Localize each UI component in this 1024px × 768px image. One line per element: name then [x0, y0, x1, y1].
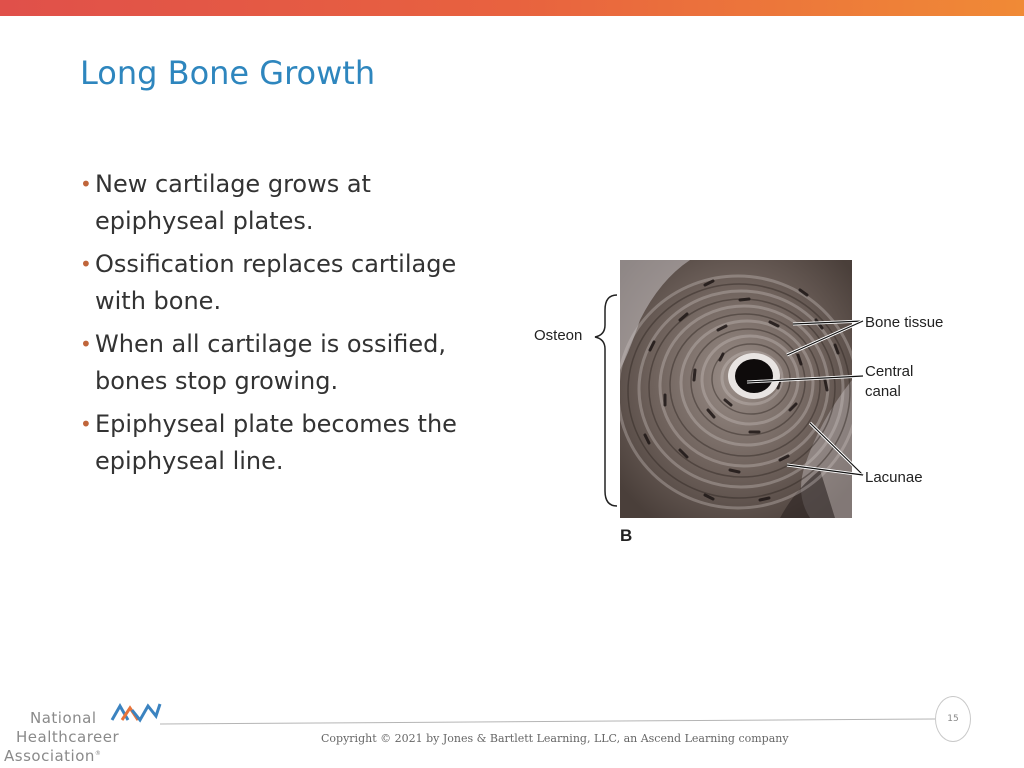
registered-mark: ®	[94, 750, 102, 757]
bullet-text: When all cartilage is ossified, bones st…	[95, 330, 446, 395]
bullet-text: Epiphyseal plate becomes the epiphyseal …	[95, 410, 457, 475]
osteon-figure: Osteon Bone tissue Central canal Lacunae…	[525, 255, 965, 555]
nha-logo: National Healthcareer Association®	[2, 700, 162, 768]
top-accent-bar	[0, 0, 1024, 16]
slide-title: Long Bone Growth	[80, 54, 376, 92]
copyright-text: Copyright © 2021 by Jones & Bartlett Lea…	[321, 732, 789, 745]
figure-letter: B	[620, 526, 633, 545]
logo-line-3-text: Association	[4, 747, 95, 765]
footer-divider	[160, 718, 936, 725]
central-canal-label-line2: canal	[865, 383, 901, 400]
bullet-item: • When all cartilage is ossified, bones s…	[80, 326, 480, 400]
bullet-list: • New cartilage grows at epiphyseal plate…	[80, 166, 480, 486]
logo-line-1: National	[30, 709, 97, 727]
logo-line-3: Association®	[4, 747, 101, 765]
bullet-icon: •	[80, 252, 92, 276]
figure-leader-lines	[594, 294, 865, 507]
lacunae-label: Lacunae	[865, 469, 923, 486]
bullet-icon: •	[80, 172, 92, 196]
logo-line-2: Healthcareer	[16, 728, 120, 746]
central-canal-label-line1: Central	[865, 363, 914, 380]
page-number: 15	[947, 714, 959, 724]
nha-logo-mark-icon	[110, 702, 162, 723]
page-number-badge: 15	[935, 696, 971, 742]
osteon-label: Osteon	[534, 327, 583, 344]
bullet-item: • Epiphyseal plate becomes the epiphyseal…	[80, 406, 480, 480]
bullet-item: • Ossification replaces cartilage with bo…	[80, 246, 480, 320]
bullet-item: • New cartilage grows at epiphyseal plate…	[80, 166, 480, 240]
bullet-icon: •	[80, 412, 92, 436]
bullet-icon: •	[80, 332, 92, 356]
bone-tissue-label: Bone tissue	[865, 314, 944, 331]
bullet-text: New cartilage grows at epiphyseal plates…	[95, 170, 371, 235]
bullet-text: Ossification replaces cartilage with bon…	[95, 250, 457, 315]
